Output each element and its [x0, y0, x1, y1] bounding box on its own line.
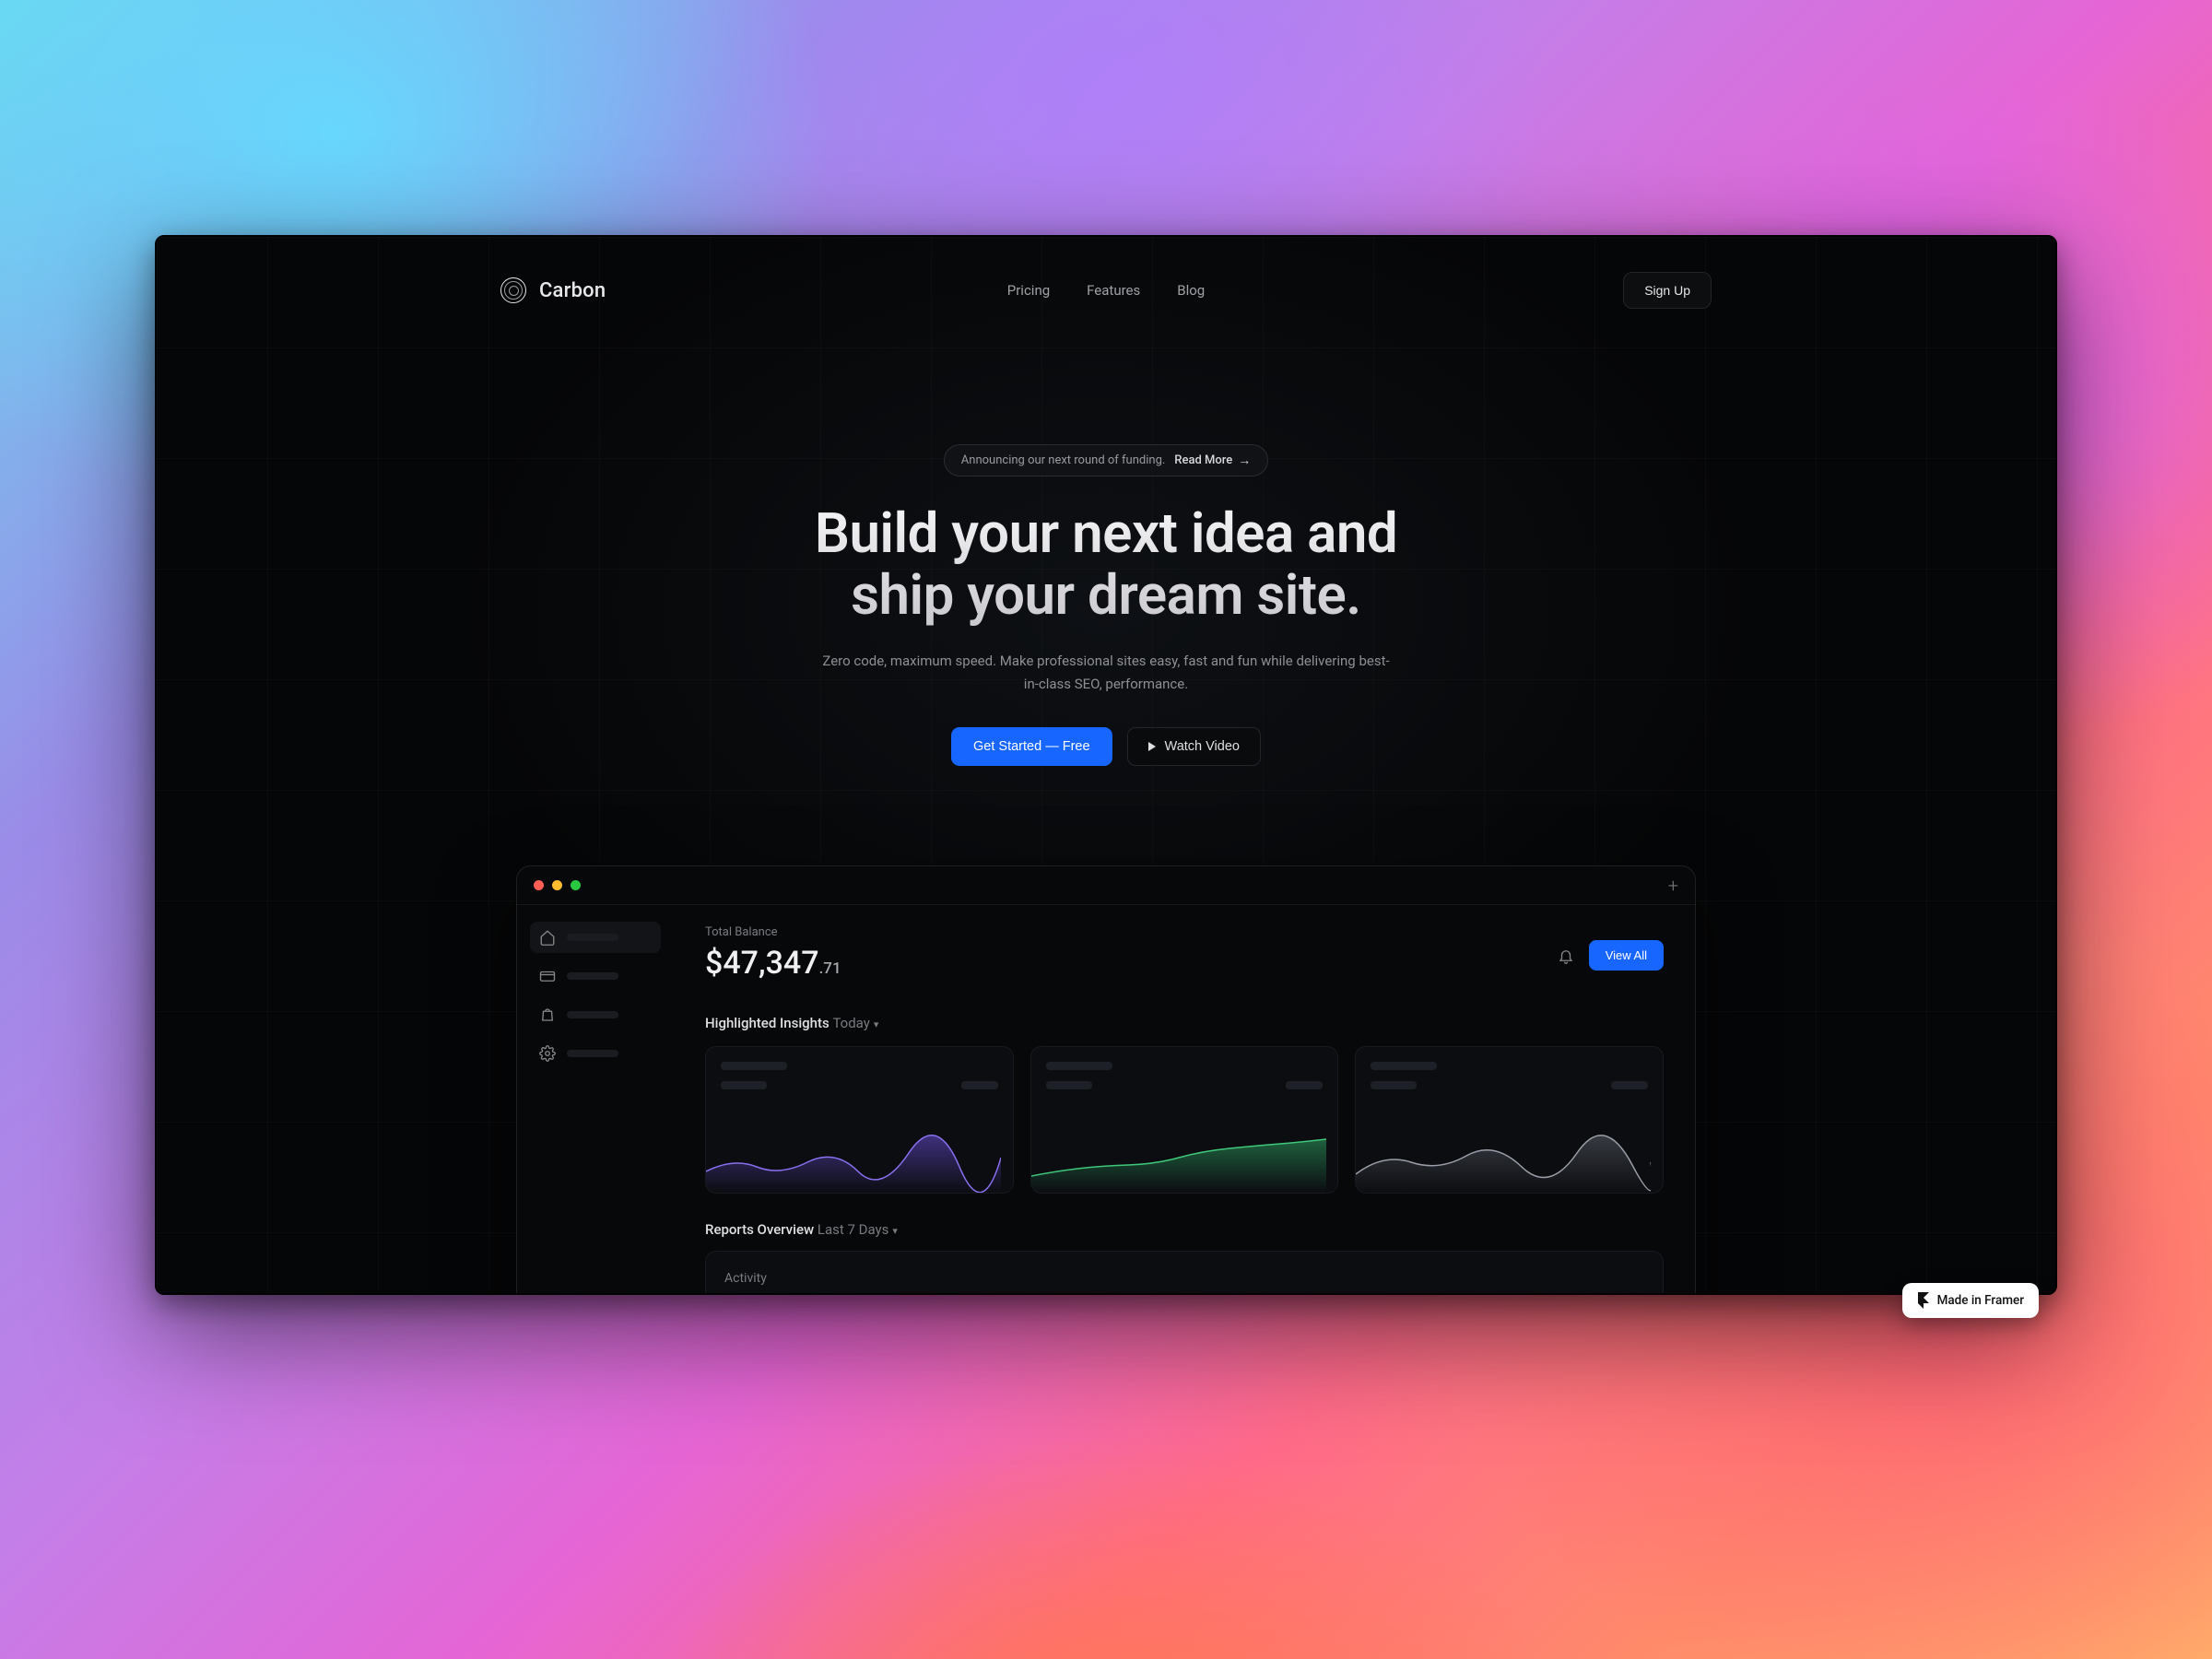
skeleton-line	[1371, 1081, 1417, 1089]
browser-window: Carbon Pricing Features Blog Sign Up Ann…	[155, 235, 2057, 1295]
signup-button[interactable]: Sign Up	[1623, 272, 1712, 309]
reports-title-text: Reports Overview	[705, 1221, 814, 1238]
balance-row: Total Balance $47,347.71 View All	[705, 925, 1664, 982]
nav-link-pricing[interactable]: Pricing	[1007, 282, 1050, 299]
skeleton-line	[961, 1081, 998, 1089]
arrow-right-icon: →	[1238, 453, 1251, 468]
skeleton-line	[1046, 1081, 1092, 1089]
announcement-pill[interactable]: Announcing our next round of funding. Re…	[944, 444, 1268, 477]
insight-chart-gray	[1356, 1130, 1651, 1193]
sidebar-item-home[interactable]	[530, 922, 661, 953]
nav-link-features[interactable]: Features	[1087, 282, 1140, 299]
hero-title-line1: Build your next idea and	[815, 500, 1397, 566]
get-started-button[interactable]: Get Started — Free	[951, 727, 1112, 766]
brand-logo[interactable]: Carbon	[500, 277, 606, 303]
sidebar-label-skeleton	[567, 972, 618, 980]
sidebar-label-skeleton	[567, 934, 618, 941]
skeleton-line	[721, 1062, 787, 1070]
announcement-cta-label: Read More	[1174, 453, 1232, 467]
balance-main: $47,347	[705, 945, 819, 982]
announcement-readmore[interactable]: Read More →	[1174, 453, 1251, 468]
chevron-down-icon: ▾	[892, 1225, 898, 1237]
insights-scope[interactable]: Today ▾	[832, 1015, 878, 1031]
balance-cents: .71	[819, 959, 841, 978]
insight-chart-green	[1031, 1130, 1326, 1193]
traffic-zoom-icon	[571, 880, 581, 890]
traffic-lights	[534, 880, 581, 890]
brand-name: Carbon	[539, 279, 606, 302]
chevron-down-icon: ▾	[874, 1018, 879, 1030]
announcement-text: Announcing our next round of funding.	[961, 453, 1166, 467]
hero-title: Build your next idea and ship your dream…	[815, 502, 1397, 626]
nav-link-blog[interactable]: Blog	[1177, 282, 1205, 299]
insight-card[interactable]	[705, 1046, 1014, 1194]
skeleton-line	[1611, 1081, 1648, 1089]
made-in-framer-badge[interactable]: Made in Framer	[1902, 1283, 2039, 1318]
product-main: Total Balance $47,347.71 View All	[674, 905, 1695, 1295]
reports-title: Reports Overview Last 7 Days▾	[705, 1221, 1664, 1238]
insight-cards	[705, 1046, 1664, 1194]
sidebar-label-skeleton	[567, 1050, 618, 1057]
bell-icon[interactable]	[1558, 947, 1574, 964]
plus-icon[interactable]: +	[1668, 875, 1678, 897]
made-in-framer-label: Made in Framer	[1937, 1293, 2024, 1308]
skeleton-line	[1371, 1062, 1437, 1070]
bag-icon	[539, 1006, 556, 1023]
view-all-button[interactable]: View All	[1589, 940, 1664, 971]
product-sidebar	[517, 905, 674, 1295]
insight-chart-purple	[706, 1130, 1001, 1193]
gear-icon	[539, 1045, 556, 1062]
hero-section: Announcing our next round of funding. Re…	[157, 444, 2055, 766]
card-icon	[539, 968, 556, 984]
traffic-close-icon	[534, 880, 544, 890]
insights-title-text: Highlighted Insights	[705, 1015, 830, 1031]
balance-value: $47,347.71	[705, 945, 841, 982]
play-icon	[1148, 742, 1156, 751]
insight-card[interactable]	[1030, 1046, 1339, 1194]
sidebar-item-card[interactable]	[530, 960, 661, 992]
product-screenshot: +	[516, 865, 1696, 1295]
site-nav: Carbon Pricing Features Blog Sign Up	[157, 263, 2055, 318]
window-chrome: +	[517, 866, 1695, 905]
sidebar-item-settings[interactable]	[530, 1038, 661, 1069]
hero-ctas: Get Started — Free Watch Video	[951, 727, 1261, 766]
watch-video-label: Watch Video	[1165, 739, 1240, 754]
reports-scope-label: Last 7 Days	[818, 1221, 889, 1238]
home-icon	[539, 929, 556, 946]
insights-title: Highlighted Insights Today ▾	[705, 1015, 1664, 1031]
traffic-minimize-icon	[552, 880, 562, 890]
hero-title-line2: ship your dream site.	[851, 562, 1361, 628]
nav-links: Pricing Features Blog	[1007, 282, 1205, 299]
hero-subtitle: Zero code, maximum speed. Make professio…	[820, 650, 1392, 696]
balance-label: Total Balance	[705, 925, 841, 939]
skeleton-line	[1286, 1081, 1323, 1089]
skeleton-line	[1046, 1062, 1112, 1070]
framer-icon	[1917, 1292, 1930, 1309]
sidebar-item-bag[interactable]	[530, 999, 661, 1030]
logo-mark-icon	[500, 277, 526, 303]
insight-card[interactable]	[1355, 1046, 1664, 1194]
sidebar-label-skeleton	[567, 1011, 618, 1018]
reports-card[interactable]: Activity	[705, 1251, 1664, 1295]
watch-video-button[interactable]: Watch Video	[1127, 727, 1261, 766]
insights-scope-label: Today	[832, 1015, 869, 1031]
activity-label: Activity	[724, 1271, 767, 1286]
reports-scope[interactable]: Last 7 Days▾	[818, 1221, 898, 1238]
skeleton-line	[721, 1081, 767, 1089]
